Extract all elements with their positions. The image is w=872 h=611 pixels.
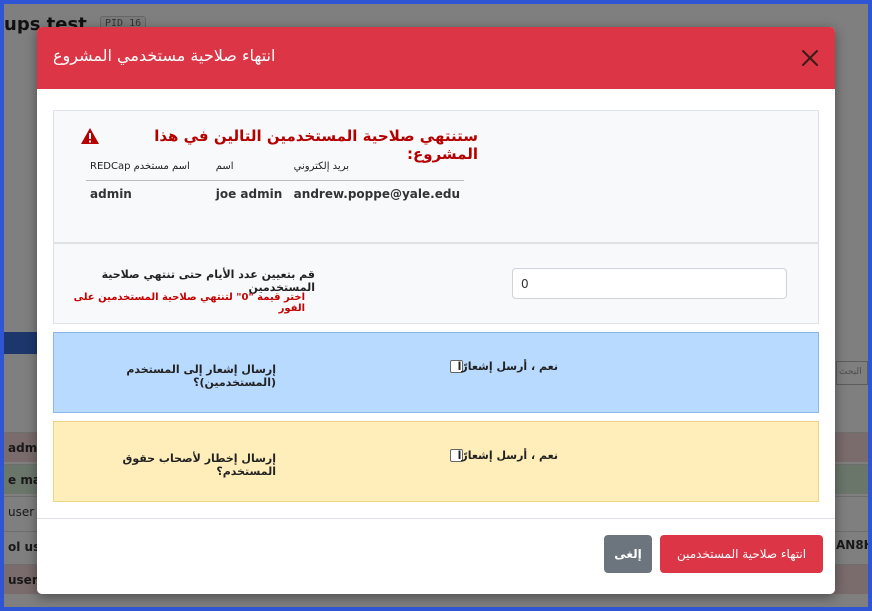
expire-users-dialog: انتهاء صلاحية مستخدمي المشروع ستنتهي صلا… <box>37 27 835 594</box>
days-hint: اختر قيمة "0" لتنتهي صلاحية المستخدمين ع… <box>73 292 305 314</box>
cancel-button[interactable]: إلغى <box>604 535 652 573</box>
dialog-header: انتهاء صلاحية مستخدمي المشروع <box>37 27 835 89</box>
users-panel: ستنتهي صلاحية المستخدمين التالين في هذا … <box>53 110 819 243</box>
username-cell: admin <box>90 187 132 201</box>
notify-users-panel: إرسال إشعار إلى المستخدم (المستخدمين)؟ ن… <box>53 332 819 413</box>
notify-owners-question: إرسال إخطار لأصحاب حقوق المستخدم؟ <box>122 452 276 478</box>
notify-users-checkbox-label[interactable]: نعم ، أرسل إشعارًا <box>458 360 558 373</box>
days-label: قم بتعيين عدد الأيام حتى تنتهي صلاحية ال… <box>101 268 315 294</box>
notify-users-question: إرسال إشعار إلى المستخدم (المستخدمين)؟ <box>126 363 276 389</box>
notify-owners-checkbox-label[interactable]: نعم ، أرسل إشعارًا <box>458 449 558 462</box>
column-header-name: اسم <box>211 157 290 181</box>
dialog-footer: إلغى انتهاء صلاحية المستخدمين <box>37 518 835 594</box>
table-row: admin joe admin andrew.poppe@yale.edu <box>86 181 464 208</box>
days-input[interactable] <box>512 268 787 299</box>
dialog-title: انتهاء صلاحية مستخدمي المشروع <box>53 46 276 65</box>
expire-users-button[interactable]: انتهاء صلاحية المستخدمين <box>660 535 823 573</box>
email-cell: andrew.poppe@yale.edu <box>293 187 460 201</box>
column-header-username: REDCap اسم مستخدم <box>86 157 212 181</box>
notify-owners-panel: إرسال إخطار لأصحاب حقوق المستخدم؟ نعم ، … <box>53 421 819 502</box>
close-icon[interactable] <box>799 47 821 69</box>
name-cell: joe admin <box>215 187 283 201</box>
users-table: REDCap اسم مستخدم اسم بريد إلكتروني admi… <box>86 157 464 207</box>
column-header-email: بريد إلكتروني <box>289 157 464 181</box>
app-frame: ups test PID 16 البحث admi e ma user ol … <box>4 4 868 607</box>
days-panel: قم بتعيين عدد الأيام حتى تنتهي صلاحية ال… <box>53 243 819 324</box>
